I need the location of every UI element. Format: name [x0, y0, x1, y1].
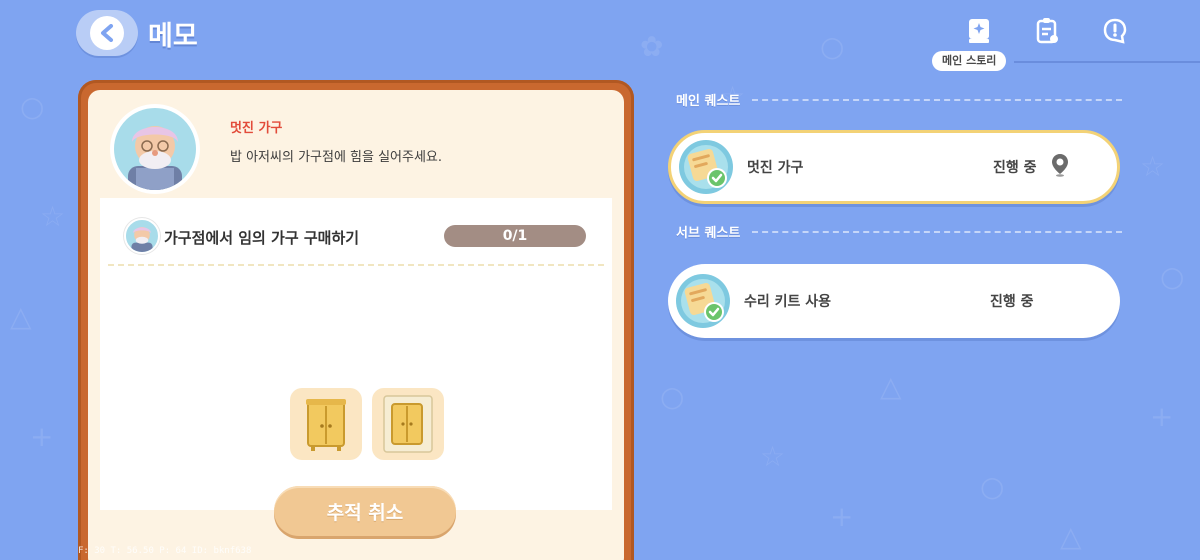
task-row: 가구점에서 임의 가구 구매하기 0/1 — [120, 216, 592, 256]
task-panel: 가구점에서 임의 가구 구매하기 0/1 — [100, 198, 612, 510]
task-text: 가구점에서 임의 가구 구매하기 — [164, 229, 360, 247]
quest-item-main-furniture[interactable]: 멋진 가구 진행 중 — [668, 130, 1120, 204]
quest-title: 멋진 가구 — [230, 121, 283, 136]
memo-check-icon — [677, 138, 735, 196]
wardrobe-icon[interactable] — [290, 388, 362, 460]
main-quest-header: 메인 퀘스트 — [676, 90, 1122, 109]
back-button[interactable] — [76, 10, 138, 56]
memo-check-icon — [674, 272, 732, 330]
quest-name: 수리 키트 사용 — [744, 294, 832, 310]
quest-item-sub-repair-kit[interactable]: 수리 키트 사용 진행 중 — [668, 264, 1120, 338]
location-pin-icon[interactable] — [1051, 153, 1069, 181]
reward-items — [290, 388, 444, 460]
top-tab-bar — [964, 16, 1130, 46]
cancel-tracking-button[interactable]: 추적 취소 — [274, 486, 456, 536]
memo-card-inner: 멋진 가구 밥 아저씨의 가구점에 힘을 실어주세요. 가구점에서 임의 가구 … — [88, 90, 624, 560]
quest-name: 멋진 가구 — [747, 160, 804, 176]
tab-main-story[interactable]: 메인 스토리 — [932, 51, 1007, 71]
sub-quest-header: 서브 퀘스트 — [676, 222, 1122, 241]
chevron-left-icon — [90, 16, 124, 50]
tab-underline — [1014, 61, 1200, 63]
notice-icon[interactable] — [1100, 16, 1130, 46]
debug-overlay: F: 30 T: 56.50 P: 64 ID: bknf638 — [78, 546, 252, 556]
quest-list-icon[interactable] — [1032, 16, 1062, 46]
sub-quest-header-label: 서브 퀘스트 — [676, 226, 741, 241]
page-title: 메모 — [148, 21, 198, 52]
section-divider — [752, 230, 1122, 233]
task-progress: 0/1 — [444, 225, 586, 247]
npc-avatar — [110, 104, 200, 194]
main-quest-header-label: 메인 퀘스트 — [676, 94, 741, 109]
npc-avatar-small — [124, 218, 160, 254]
wardrobe-blueprint-icon[interactable] — [372, 388, 444, 460]
quest-status: 진행 중 — [990, 294, 1034, 310]
memo-card: 멋진 가구 밥 아저씨의 가구점에 힘을 실어주세요. 가구점에서 임의 가구 … — [78, 80, 634, 560]
story-book-icon[interactable] — [964, 16, 994, 46]
quest-description: 밥 아저씨의 가구점에 힘을 실어주세요. — [230, 150, 443, 165]
section-divider — [752, 98, 1122, 101]
quest-status: 진행 중 — [993, 160, 1037, 176]
divider — [108, 264, 604, 266]
